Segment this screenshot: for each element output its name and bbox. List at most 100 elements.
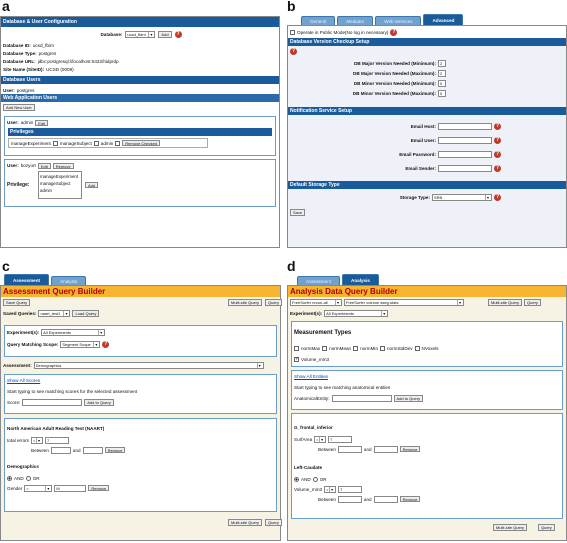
between-high-input[interactable]: [82, 446, 103, 454]
user-value: postgres: [16, 87, 35, 93]
query-button[interactable]: Query: [538, 524, 555, 531]
tab-web-services[interactable]: Web Services: [375, 16, 422, 25]
measure-checkbox[interactable]: [294, 345, 299, 351]
multisite-query-button[interactable]: Multi-site Query: [493, 524, 528, 531]
help-icon[interactable]: ?: [494, 122, 501, 130]
email-user-input[interactable]: [438, 136, 492, 144]
add-new-user-button[interactable]: Add New User: [3, 104, 35, 111]
version-input[interactable]: 2: [438, 59, 446, 67]
database-select[interactable]: ucsd_fbirn ▼: [125, 30, 156, 38]
version-input[interactable]: 0: [438, 79, 446, 87]
remove-button[interactable]: Remove: [399, 446, 421, 452]
priv-checkbox[interactable]: [115, 140, 121, 146]
remove-button[interactable]: Remove: [88, 485, 110, 491]
list-item[interactable]: manageSubject: [40, 180, 80, 187]
measure-checkbox[interactable]: [380, 345, 385, 351]
help-icon[interactable]: ?: [102, 340, 110, 348]
or-radio[interactable]: [25, 475, 31, 481]
multisite-query-button[interactable]: Multi-site Query: [228, 299, 263, 306]
email-password-input[interactable]: [438, 150, 492, 158]
list-item[interactable]: admin: [40, 187, 80, 194]
remove-checked-button[interactable]: Remove Checked: [122, 140, 161, 146]
chevron-down-icon: ▼: [63, 311, 69, 316]
version-input[interactable]: 2: [438, 69, 446, 77]
score-input[interactable]: [22, 398, 83, 406]
measure-checkbox[interactable]: [353, 345, 359, 351]
email-host-input[interactable]: [438, 122, 492, 130]
query-button[interactable]: Query: [265, 299, 282, 306]
email-sender-input[interactable]: [438, 164, 492, 172]
multisite-query-button[interactable]: Multi-site Query: [488, 299, 523, 306]
operator-select[interactable]: = ▼: [314, 435, 327, 443]
storage-type-select[interactable]: SRB ▼: [432, 193, 492, 201]
help-icon[interactable]: ?: [494, 136, 501, 144]
and-radio[interactable]: [294, 476, 299, 482]
public-mode-checkbox[interactable]: [290, 29, 295, 35]
tab-assessment[interactable]: Assessment: [297, 276, 341, 285]
and-radio[interactable]: [7, 475, 12, 481]
add-to-query-button[interactable]: Add to Query: [84, 398, 114, 406]
add-privilege-button[interactable]: Add: [85, 182, 99, 188]
tab-analysis[interactable]: Analysis: [51, 276, 87, 285]
assessment-select[interactable]: Demographics ▼: [33, 362, 264, 369]
value-input[interactable]: 7: [338, 485, 363, 493]
measure-checkbox[interactable]: [414, 345, 420, 351]
remove-button[interactable]: Remove: [399, 496, 421, 502]
between-low-input[interactable]: [50, 446, 71, 454]
experiments-select[interactable]: All Experiments ▼: [41, 328, 106, 336]
remove-button[interactable]: Remove: [104, 447, 126, 453]
gender-input[interactable]: M: [54, 484, 87, 492]
scope-select[interactable]: Segment Scope ▼: [60, 340, 101, 348]
list-item[interactable]: manageExperiment: [40, 173, 80, 180]
edit-button[interactable]: Edit: [37, 162, 51, 169]
help-icon[interactable]: ?: [174, 30, 182, 38]
tab-general[interactable]: General: [301, 16, 336, 25]
query-button[interactable]: Query: [524, 299, 541, 306]
operator-select[interactable]: = ▼: [324, 485, 337, 493]
save-button[interactable]: Save: [290, 208, 306, 216]
help-icon[interactable]: ?: [494, 193, 501, 201]
add-database-button[interactable]: Add: [158, 30, 172, 38]
value-input[interactable]: 7: [328, 435, 353, 443]
volume-checkbox[interactable]: [294, 356, 299, 362]
between-low-input[interactable]: [337, 445, 362, 453]
help-icon[interactable]: ?: [390, 28, 398, 36]
tab-assessment[interactable]: Assessment: [4, 274, 50, 285]
help-icon[interactable]: ?: [290, 48, 297, 55]
tab-mediator[interactable]: Mediator: [337, 16, 374, 25]
between-label: Between: [318, 446, 336, 452]
or-radio[interactable]: [312, 476, 318, 482]
page-title: Analysis Data Query Builder: [288, 286, 566, 297]
between-high-input[interactable]: [373, 445, 398, 453]
show-all-scores-link[interactable]: Show All Scores: [7, 378, 40, 383]
priv-checkbox[interactable]: [93, 140, 99, 146]
version-input[interactable]: 0: [438, 89, 446, 97]
db-type-label: Database Type:: [3, 50, 37, 56]
operator-select[interactable]: = ▼: [30, 436, 43, 444]
measure-checkbox[interactable]: [322, 345, 328, 351]
stats-select[interactable]: FreeSurfer volume aseg.stats ▼: [344, 299, 464, 306]
edit-button[interactable]: Edit: [35, 119, 49, 126]
remove-button[interactable]: Remove: [52, 162, 74, 169]
experiments-select[interactable]: All Experiments ▼: [324, 309, 389, 317]
entity-input[interactable]: [331, 394, 392, 402]
gender-operator-select[interactable]: = ▼: [24, 484, 53, 492]
priv-checkbox[interactable]: [52, 140, 58, 146]
save-query-button[interactable]: Save Query: [3, 299, 31, 306]
query-button[interactable]: Query: [265, 519, 282, 526]
tab-advanced[interactable]: Advanced: [423, 14, 464, 25]
privilege-list[interactable]: manageExperiment manageSubject admin: [38, 171, 82, 199]
help-icon[interactable]: ?: [494, 164, 501, 172]
value-input[interactable]: 7: [44, 436, 69, 444]
tab-analysis[interactable]: Analysis: [342, 274, 379, 285]
multisite-query-button[interactable]: Multi-site Query: [228, 519, 263, 526]
load-query-button[interactable]: Load Query: [72, 310, 100, 317]
between-high-input[interactable]: [373, 495, 398, 503]
show-all-entities-link[interactable]: Show All Entities: [294, 374, 328, 379]
saved-queries-select[interactable]: naart_test1 ▼: [38, 310, 71, 317]
add-to-query-button[interactable]: Add to Query: [393, 394, 424, 402]
pipeline-select[interactable]: FreeSurfer recon-all ▼: [290, 299, 342, 306]
entity-label: AnatomicalEntity:: [294, 395, 330, 401]
help-icon[interactable]: ?: [494, 150, 501, 158]
between-low-input[interactable]: [337, 495, 362, 503]
